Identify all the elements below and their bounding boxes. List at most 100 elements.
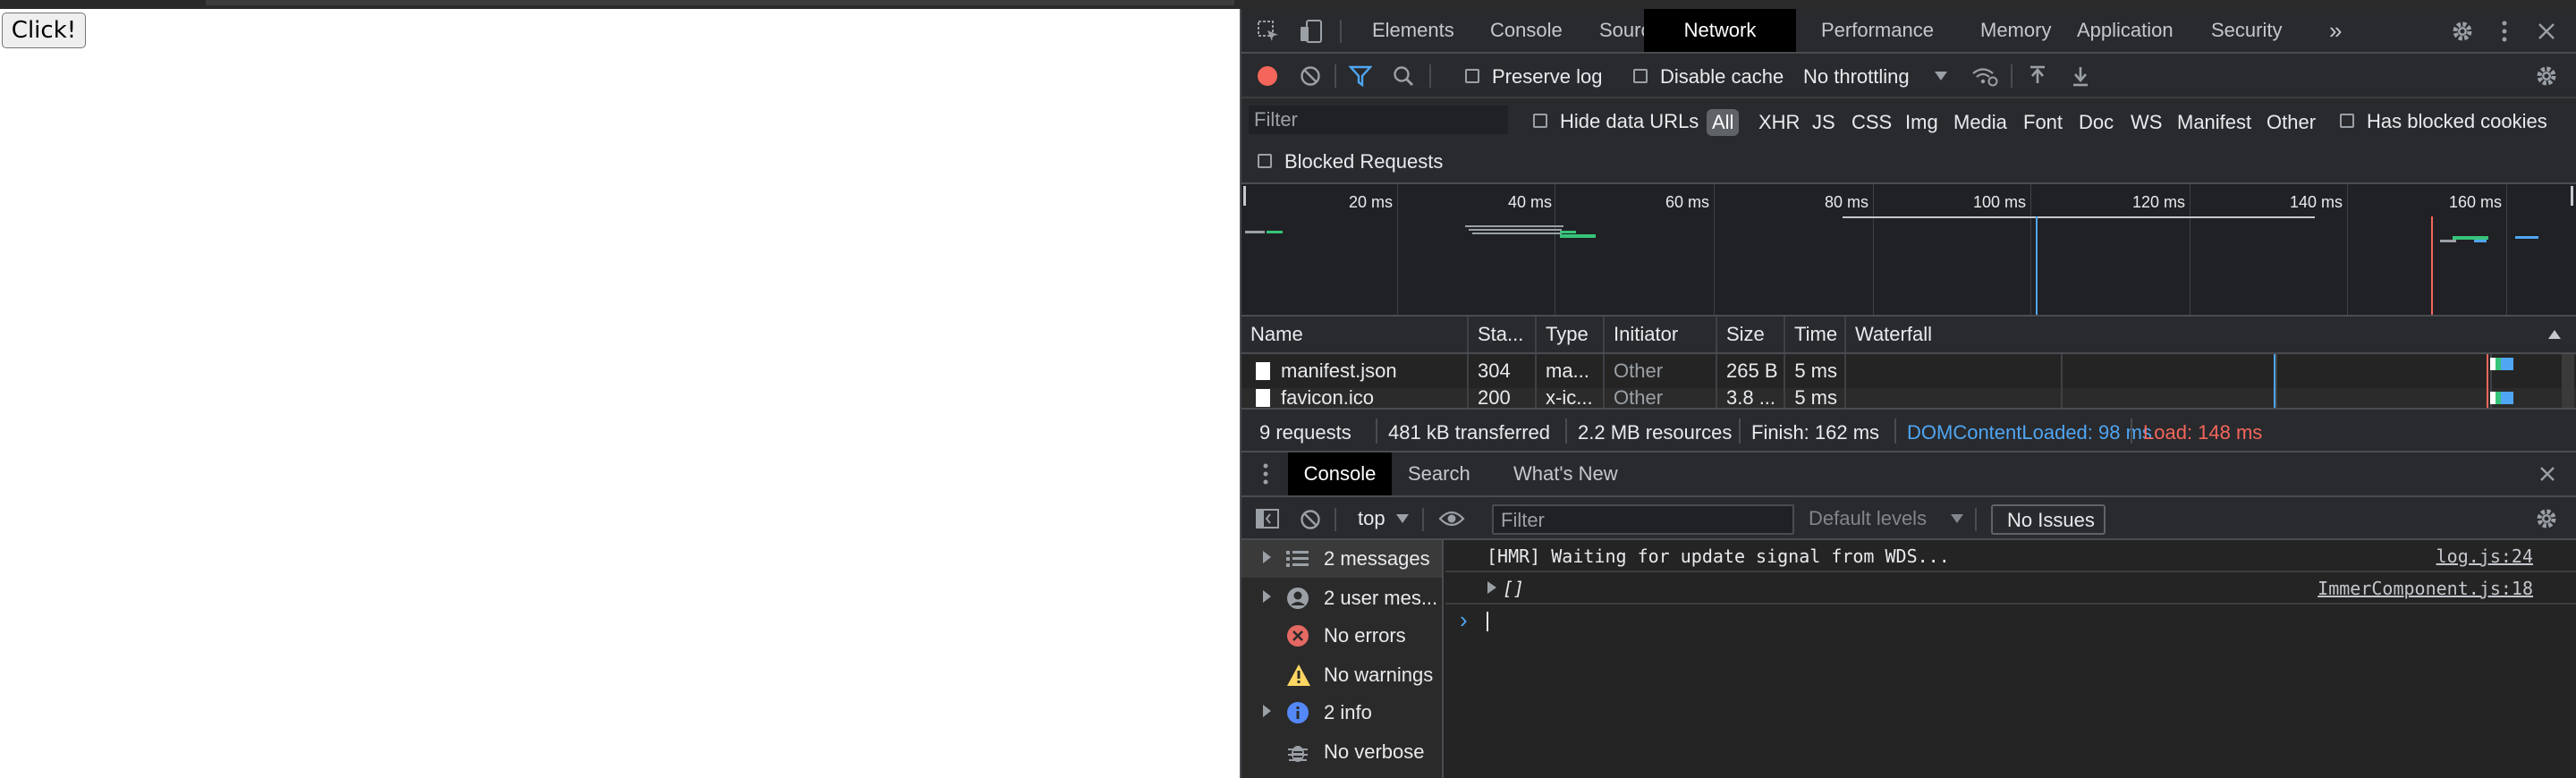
row-size-cell: 265 B xyxy=(1717,354,1785,388)
tab-application[interactable]: Application xyxy=(2077,9,2174,52)
sidebar-item-label: No errors xyxy=(1324,624,1406,647)
drawer-menu-icon[interactable] xyxy=(1261,461,1270,486)
filter-type-all[interactable]: All xyxy=(1707,109,1740,136)
close-devtools-icon[interactable] xyxy=(2535,20,2558,43)
sidebar-item-errors[interactable]: No errors xyxy=(1241,617,1442,655)
context-selector[interactable]: top xyxy=(1358,507,1385,530)
sidebar-item-verbose[interactable]: No verbose xyxy=(1241,733,1442,771)
expand-object-icon[interactable] xyxy=(1487,581,1497,594)
sidebar-toggle-icon[interactable] xyxy=(1256,508,1279,529)
search-icon[interactable] xyxy=(1392,64,1415,88)
column-waterfall[interactable]: Waterfall xyxy=(1846,317,2576,352)
text-caret xyxy=(1487,612,1488,631)
tab-memory[interactable]: Memory xyxy=(1980,9,2051,52)
has-blocked-cookies-checkbox[interactable] xyxy=(2340,114,2354,128)
filter-type-font[interactable]: Font xyxy=(2023,111,2063,134)
kebab-menu-icon[interactable] xyxy=(2496,20,2513,43)
console-prompt[interactable]: › xyxy=(1445,605,2576,637)
filter-type-media[interactable]: Media xyxy=(1953,111,2007,134)
network-conditions-icon[interactable] xyxy=(1971,64,1998,88)
drawer-tab-console[interactable]: Console xyxy=(1288,452,1392,495)
console-message-text: [HMR] Waiting for update signal from WDS… xyxy=(1487,545,1950,567)
drawer-tab-search[interactable]: Search xyxy=(1408,452,1470,495)
tab-performance[interactable]: Performance xyxy=(1821,9,1934,52)
settings-gear-icon[interactable] xyxy=(2451,20,2474,43)
row-type-cell: ma... xyxy=(1537,354,1605,388)
dropdown-arrow-icon[interactable] xyxy=(1934,68,1948,84)
disable-cache-checkbox[interactable] xyxy=(1633,69,1648,83)
record-icon[interactable] xyxy=(1256,64,1279,88)
row-status-cell: 304 xyxy=(1469,354,1537,388)
summary-resources: 2.2 MB resources xyxy=(1578,421,1733,444)
tab-network[interactable]: Network xyxy=(1644,9,1796,52)
has-blocked-cookies-label: Has blocked cookies xyxy=(2367,110,2547,132)
filter-funnel-icon[interactable] xyxy=(1349,64,1372,88)
console-filter-placeholder: Filter xyxy=(1501,509,1545,531)
row-time-cell: 5 ms xyxy=(1785,354,1846,388)
network-settings-gear-icon[interactable] xyxy=(2535,64,2558,88)
info-icon xyxy=(1286,701,1309,724)
clear-console-icon[interactable] xyxy=(1299,508,1322,531)
row-size-cell: 3.8 ... xyxy=(1717,388,1785,408)
tab-elements[interactable]: Elements xyxy=(1372,9,1454,52)
issues-button[interactable]: No Issues xyxy=(1991,504,2106,535)
column-type[interactable]: Type xyxy=(1537,317,1605,352)
console-message-source-link[interactable]: ImmerComponent.js:18 xyxy=(2318,578,2533,599)
error-icon xyxy=(1286,624,1309,647)
click-button[interactable]: Click! xyxy=(2,13,86,48)
sidebar-item-messages[interactable]: 2 messages xyxy=(1241,540,1442,578)
console-filter-input[interactable]: Filter xyxy=(1492,504,1794,535)
column-initiator[interactable]: Initiator xyxy=(1605,317,1717,352)
dropdown-arrow-icon[interactable] xyxy=(1395,511,1410,527)
sort-ascending-icon[interactable] xyxy=(2547,327,2562,342)
sidebar-item-label: 2 info xyxy=(1324,701,1372,723)
throttling-select[interactable]: No throttling xyxy=(1803,65,1910,89)
column-status[interactable]: Sta... xyxy=(1469,317,1537,352)
warning-icon xyxy=(1286,664,1311,687)
filter-type-manifest[interactable]: Manifest xyxy=(2177,111,2251,134)
export-har-icon[interactable] xyxy=(2070,64,2091,88)
network-overview-timeline[interactable]: 20 ms 40 ms 60 ms 80 ms 100 ms 120 ms 14… xyxy=(1241,184,2576,317)
clear-icon[interactable] xyxy=(1299,64,1322,88)
sidebar-item-user-messages[interactable]: 2 user mes... xyxy=(1241,579,1442,617)
page-viewport: Click! xyxy=(0,9,1240,778)
filter-type-doc[interactable]: Doc xyxy=(2079,111,2114,134)
preserve-log-checkbox[interactable] xyxy=(1465,69,1479,83)
toolbar-divider xyxy=(1975,508,1977,531)
network-filter-input[interactable]: Filter xyxy=(1249,106,1508,134)
expand-arrow-icon[interactable] xyxy=(1263,705,1271,717)
waterfall-column-bars xyxy=(2061,354,2574,408)
console-settings-gear-icon[interactable] xyxy=(2535,507,2558,530)
sidebar-item-warnings[interactable]: No warnings xyxy=(1241,656,1442,694)
log-levels-select[interactable]: Default levels xyxy=(1809,507,1927,530)
blocked-requests-checkbox[interactable] xyxy=(1258,154,1272,168)
sidebar-item-info[interactable]: 2 info xyxy=(1241,694,1442,731)
tab-security[interactable]: Security xyxy=(2211,9,2282,52)
filter-type-js[interactable]: JS xyxy=(1812,111,1835,134)
toolbar-divider xyxy=(1429,64,1431,88)
filter-type-css[interactable]: CSS xyxy=(1852,111,1892,134)
inspect-element-icon[interactable] xyxy=(1256,20,1281,43)
filter-type-img[interactable]: Img xyxy=(1905,111,1938,134)
hide-data-urls-checkbox[interactable] xyxy=(1533,114,1547,128)
live-expression-eye-icon[interactable] xyxy=(1438,508,1465,529)
filter-type-ws[interactable]: WS xyxy=(2131,111,2162,134)
drawer-tab-whats-new[interactable]: What's New xyxy=(1513,452,1618,495)
column-name[interactable]: Name xyxy=(1241,317,1469,352)
network-summary-bar: 9 requests 481 kB transferred 2.2 MB res… xyxy=(1241,408,2576,452)
import-har-icon[interactable] xyxy=(2027,64,2048,88)
dropdown-arrow-icon[interactable] xyxy=(1950,511,1964,527)
column-size[interactable]: Size xyxy=(1717,317,1785,352)
filter-type-xhr[interactable]: XHR xyxy=(1758,111,1800,134)
column-time[interactable]: Time xyxy=(1785,317,1846,352)
filter-type-other[interactable]: Other xyxy=(2267,111,2316,134)
console-message[interactable]: [] ImmerComponent.js:18 xyxy=(1445,572,2576,605)
more-tabs-icon[interactable]: » xyxy=(2329,9,2342,52)
console-message[interactable]: [HMR] Waiting for update signal from WDS… xyxy=(1445,540,2576,572)
device-toolbar-icon[interactable] xyxy=(1299,20,1324,43)
expand-arrow-icon[interactable] xyxy=(1263,551,1271,563)
tab-console[interactable]: Console xyxy=(1490,9,1563,52)
expand-arrow-icon[interactable] xyxy=(1263,590,1271,603)
console-message-source-link[interactable]: log.js:24 xyxy=(2436,545,2533,567)
close-drawer-icon[interactable] xyxy=(2537,463,2558,485)
